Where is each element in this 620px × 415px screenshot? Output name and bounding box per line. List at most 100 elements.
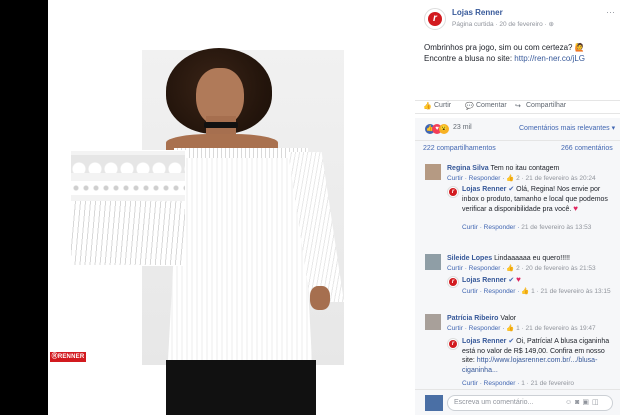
comment-sort-dropdown[interactable]: Comentários mais relevantes ▾ — [519, 124, 615, 132]
avatar[interactable] — [425, 164, 441, 180]
inset-eyelets — [71, 181, 185, 195]
post-subtitle: Página curtida · 20 de fevereiro · ⊕ — [452, 21, 554, 28]
more-options-icon[interactable]: ··· — [606, 7, 615, 17]
comment-time: 1 · 21 de fevereiro — [521, 380, 575, 387]
comment-body: Lojas Renner ✔ Oi, Patrícia! A blusa cig… — [462, 337, 612, 375]
comment-meta: Curtir · Responder · 👍 1 · 21 de feverei… — [447, 324, 596, 332]
post-sidebar: r Lojas Renner Página curtida · 20 de fe… — [415, 0, 620, 415]
like-count-icon: 👍 — [506, 265, 515, 272]
comment-actions[interactable]: Curtir · Responder · — [447, 265, 504, 272]
page-type: Página curtida — [452, 21, 494, 28]
comment-time: 1 · 21 de fevereiro às 19:47 — [516, 325, 596, 332]
sticker-icon[interactable]: ◫ — [592, 399, 602, 406]
verified-icon: ✔ — [508, 277, 515, 284]
like-count-icon: 👍 — [506, 175, 515, 182]
avatar[interactable] — [425, 314, 441, 330]
comment-author[interactable]: Lojas Renner — [462, 186, 506, 193]
renner-logo-icon: r — [428, 12, 442, 26]
share-button[interactable]: ↪ Compartilhar — [515, 102, 566, 110]
comment-actions[interactable]: Curtir · Responder · — [462, 380, 519, 387]
comment-body: Regina Silva Tem no itau contagem — [447, 164, 615, 174]
reaction-count[interactable]: 23 mil — [453, 124, 472, 131]
chevron-down-icon: ▾ — [611, 125, 616, 132]
emoji-icon: 🙋 — [574, 43, 585, 52]
page-avatar[interactable]: r — [424, 8, 446, 30]
post-text-line1: Ombrinhos pra jogo, sim ou com certeza? — [424, 43, 573, 52]
post-photo[interactable]: ⓇRENNER — [48, 0, 415, 415]
comment-button[interactable]: 💬 Comentar — [465, 102, 507, 110]
comment-time: 2 · 21 de fevereiro às 20:24 — [516, 175, 596, 182]
like-button[interactable]: 👍 Curtir — [423, 102, 451, 110]
post-text: Ombrinhos pra jogo, sim ou com certeza? … — [424, 42, 614, 64]
renner-logo-icon: r — [449, 188, 457, 196]
stats-row: 222 compartilhamentos 266 comentários — [415, 140, 620, 156]
renner-logo-badge: ⓇRENNER — [50, 352, 86, 362]
verified-icon: ✔ — [508, 338, 515, 345]
post-action-bar: 👍Curtir 💬Comentar ↪Compartilhar ▾ — [415, 100, 620, 213]
share-icon: ↪ — [515, 103, 521, 110]
comment-text: Valor — [500, 315, 517, 322]
avatar[interactable] — [425, 254, 441, 270]
comment-body: Patrícia Ribeiro Valor — [447, 314, 615, 324]
choker-necklace — [204, 122, 238, 128]
comment-body: Lojas Renner ✔ Olá, Regina! Nos envie po… — [462, 185, 612, 215]
thumbs-up-icon: 👍 — [423, 103, 432, 110]
globe-icon: ⊕ — [548, 21, 554, 28]
inset-pleats — [71, 201, 185, 265]
reaction-icons[interactable]: 👍 ♥ 😮 — [425, 124, 449, 134]
wow-reaction-icon: 😮 — [439, 124, 449, 134]
comment-author[interactable]: Regina Silva — [447, 165, 489, 172]
white-blouse — [168, 148, 312, 360]
post-date[interactable]: 20 de fevereiro — [499, 21, 542, 28]
blouse-lace-trim — [174, 148, 308, 158]
post-link[interactable]: http://ren-ner.co/jLG — [514, 54, 585, 63]
reaction-row: 👍 ♥ 😮 23 mil Comentários mais relevantes… — [415, 118, 620, 140]
renner-logo-icon: r — [449, 340, 457, 348]
inset-lace — [71, 155, 185, 173]
comment-list: Regina Silva Tem no itau contagem Curtir… — [415, 156, 620, 389]
comment-meta: Curtir · Responder · 👍 1 · 21 de feverei… — [462, 287, 611, 295]
photo-viewer: ⓇRENNER r Lojas Renner Página curtida · … — [0, 0, 620, 415]
avatar — [425, 395, 443, 411]
comment-actions[interactable]: Curtir · Responder · — [447, 325, 504, 332]
heart-icon: ♥ — [573, 204, 579, 213]
comment-body: Sileide Lopes Lindaaaaaa eu quero!!!!! — [447, 254, 615, 264]
comment-time: 1 · 21 de fevereiro às 13:15 — [531, 288, 611, 295]
comment-time: 2 · 20 de fevereiro às 21:53 — [516, 265, 596, 272]
like-count-icon: 👍 — [506, 325, 515, 332]
post-text-line2: Encontre a blusa no site: — [424, 54, 513, 63]
avatar[interactable]: r — [447, 186, 459, 198]
emoji-icon[interactable]: ☺ — [565, 399, 575, 406]
comment-author[interactable]: Lojas Renner — [462, 338, 506, 345]
comment-time: 21 de fevereiro às 13:53 — [521, 224, 592, 231]
verified-icon: ✔ — [508, 186, 515, 193]
comment-body: Lojas Renner ✔ ♥ — [462, 275, 612, 286]
comment-text: Lindaaaaaa eu quero!!!!! — [494, 255, 570, 262]
post-header: r Lojas Renner Página curtida · 20 de fe… — [415, 0, 620, 100]
comment-text: Tem no itau contagem — [490, 165, 560, 172]
share-count[interactable]: 222 compartilhamentos — [423, 145, 496, 152]
comment-actions[interactable]: Curtir · Responder · — [462, 224, 519, 231]
renner-logo-icon: r — [449, 278, 457, 286]
comment-author[interactable]: Lojas Renner — [462, 277, 506, 284]
comment-meta: Curtir · Responder · 21 de fevereiro às … — [462, 224, 591, 231]
comment-meta: Curtir · Responder · 1 · 21 de fevereiro — [462, 380, 574, 387]
heart-icon: ♥ — [516, 275, 521, 284]
page-name-link[interactable]: Lojas Renner — [452, 8, 503, 17]
comment-actions[interactable]: Curtir · Responder · — [462, 288, 519, 295]
comment-meta: Curtir · Responder · 👍 2 · 20 de feverei… — [447, 264, 596, 272]
composer-icons: ☺◙▣◫ — [565, 398, 602, 406]
comment-author[interactable]: Patrícia Ribeiro — [447, 315, 498, 322]
gif-icon[interactable]: ▣ — [582, 399, 592, 406]
black-pants — [166, 360, 316, 415]
fabric-detail-inset — [70, 150, 186, 266]
comment-actions[interactable]: Curtir · Responder · — [447, 175, 504, 182]
comment-count[interactable]: 266 comentários — [561, 145, 613, 152]
comment-meta: Curtir · Responder · 👍 2 · 21 de feverei… — [447, 174, 596, 182]
comment-author[interactable]: Sileide Lopes — [447, 255, 492, 262]
comment-link[interactable]: http://www.lojasrenner.com.br/.../blusa-… — [462, 357, 597, 374]
model-hand — [310, 286, 330, 310]
like-count-icon: 👍 — [521, 288, 530, 295]
avatar[interactable]: r — [447, 338, 459, 350]
avatar[interactable]: r — [447, 276, 459, 288]
